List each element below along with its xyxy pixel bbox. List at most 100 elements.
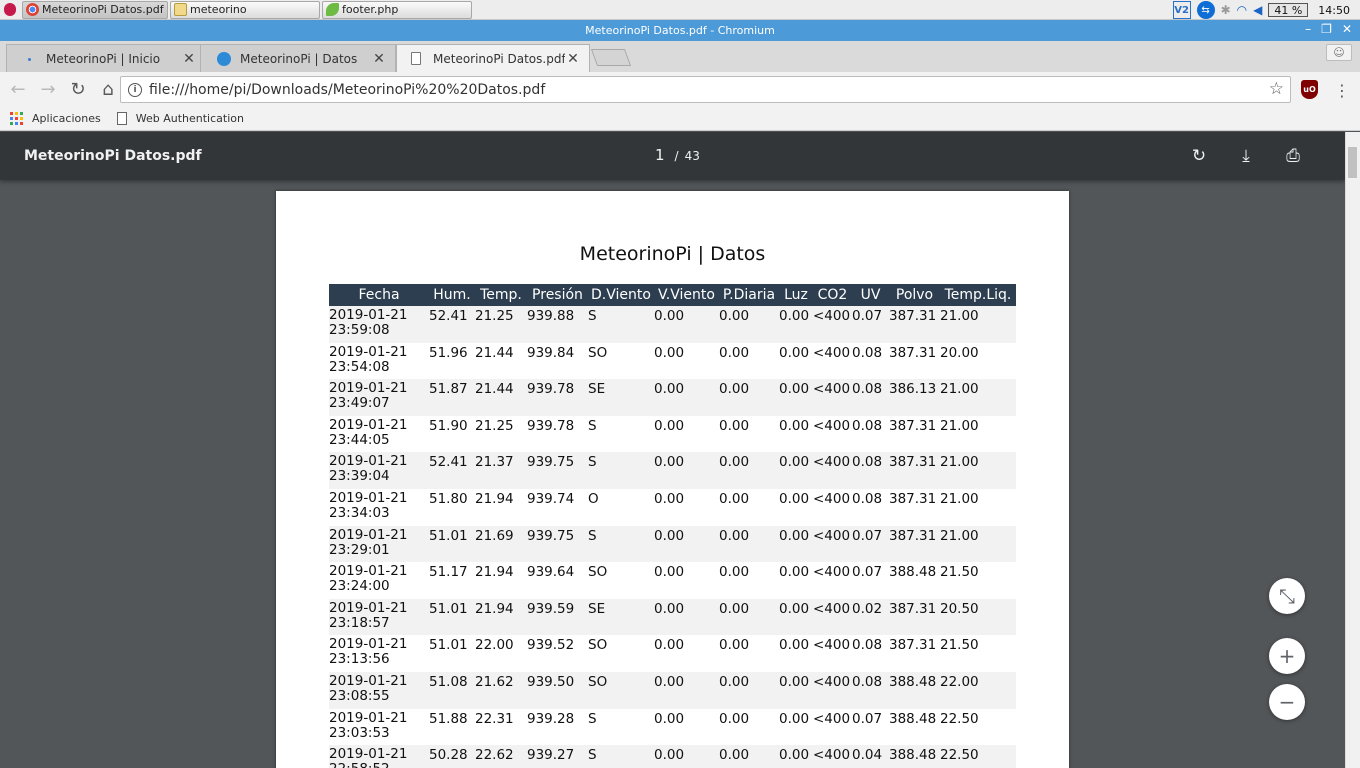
table-cell: 21.00 [940, 379, 1016, 416]
table-cell: 388.48 [889, 671, 940, 709]
table-body: 2019-01-21 23:59:08 52.41 21.25 939.88 S 0.00… [329, 306, 1016, 768]
table-cell: 20.00 [940, 344, 979, 361]
info-icon[interactable]: i [128, 82, 142, 97]
column-header: D.Viento [588, 284, 654, 306]
home-icon[interactable]: ⌂ [94, 76, 122, 104]
tab-inicio[interactable]: MeteorinoPi | Inicio ✕ [6, 44, 206, 72]
download-icon[interactable]: ⤓ [1234, 144, 1258, 168]
table-cell: 0.00 [779, 344, 810, 361]
table-cell: S [588, 306, 654, 343]
pdf-filename: MeteorinoPi Datos.pdf [24, 148, 202, 164]
table-cell: 2019-01-21 23:29:01 [329, 525, 429, 563]
vnc-icon[interactable]: V2 [1172, 1, 1191, 19]
table-cell: 939.64 [527, 564, 575, 581]
bookmark-apps[interactable]: Aplicaciones [10, 112, 101, 125]
reload-icon[interactable]: ↻ [64, 76, 92, 104]
pdf-page: MeteorinoPi | Datos Fecha Hum. Temp. Presió… [276, 191, 1069, 768]
profile-icon[interactable]: ☺ [1326, 44, 1352, 61]
tab-pdf[interactable]: MeteorinoPi Datos.pdf ✕ [396, 44, 590, 72]
forward-arrow-icon[interactable]: → [34, 76, 62, 104]
menu-dots-icon[interactable]: ⋮ [1334, 79, 1350, 101]
print-icon[interactable]: ⎙ [1281, 144, 1305, 168]
table-cell: 0.00 [654, 745, 719, 768]
address-bar-url[interactable]: file:///home/pi/Downloads/MeteorinoPi%20… [149, 82, 545, 98]
table-cell: <400 [813, 598, 852, 636]
column-header: CO2 [813, 284, 852, 306]
ublock-icon[interactable]: uO [1301, 80, 1318, 99]
minimize-icon[interactable]: – [1305, 22, 1311, 36]
table-cell: S [588, 525, 654, 563]
back-arrow-icon[interactable]: ← [4, 76, 32, 104]
rotate-icon[interactable]: ↻ [1187, 144, 1211, 168]
tab-datos[interactable]: MeteorinoPi | Datos ✕ [200, 44, 396, 72]
tab-close-icon[interactable]: ✕ [371, 51, 387, 67]
table-cell: 0.08 [852, 417, 883, 434]
table-cell: 939.50 [527, 671, 588, 709]
taskbar-item-chromium[interactable]: MeteorinoPi Datos.pdf - ... [22, 0, 168, 19]
volume-icon[interactable]: ◀ [1253, 3, 1262, 17]
page-number-input[interactable]: 1 [655, 146, 665, 164]
table-row: 2019-01-21 23:39:04 52.41 21.37 939.75 S 0.00… [329, 452, 1016, 489]
bookmark-label: Aplicaciones [32, 112, 101, 125]
zoom-in-icon[interactable]: + [1269, 638, 1305, 674]
table-row: 2019-01-21 23:49:07 51.87 21.44 939.78 SE 0.0… [329, 379, 1016, 416]
taskbar-item-editor[interactable]: footer.php [322, 0, 472, 19]
fit-to-page-icon[interactable]: ⤡ [1269, 578, 1305, 614]
table-cell: 0.00 [779, 490, 810, 507]
document-title: MeteorinoPi | Datos [579, 243, 766, 265]
table-cell: 2019-01-21 23:49:07 [329, 379, 429, 416]
table-cell: 52.41 [429, 306, 475, 343]
bookmark-web-authentication[interactable]: Web Authentication [116, 112, 244, 125]
bookmark-star-icon[interactable]: ☆ [1269, 79, 1284, 99]
scrollbar[interactable] [1345, 132, 1360, 768]
address-bar[interactable]: i file:///home/pi/Downloads/MeteorinoPi%… [120, 76, 1291, 103]
table-cell: 21.62 [475, 671, 527, 709]
table-cell: 2019-01-21 23:54:08 [329, 343, 408, 375]
table-cell: 0.00 [779, 564, 810, 581]
column-header: Luz [779, 284, 813, 306]
table-cell: 2019-01-21 23:03:53 [329, 709, 408, 741]
table-cell: SO [588, 671, 654, 709]
tab-close-icon[interactable]: ✕ [565, 51, 581, 67]
bluetooth-icon[interactable]: ✱ [1221, 3, 1231, 17]
tab-close-icon[interactable]: ✕ [181, 51, 197, 67]
table-cell: 0.07 [852, 525, 889, 563]
table-cell: 939.75 [527, 525, 588, 563]
table-header-row: Fecha Hum. Temp. Presión D.Viento V.Viento P.D… [329, 284, 1016, 306]
window-title: MeteorinoPi Datos.pdf - Chromium [585, 24, 775, 37]
taskbar-item-file-manager[interactable]: meteorino [170, 0, 320, 19]
teamviewer-icon[interactable]: ⇆ [1196, 1, 1215, 19]
column-header: Hum. [429, 284, 475, 306]
table-cell: 0.08 [852, 379, 889, 416]
new-tab-button[interactable] [590, 49, 632, 66]
table-cell: 0.00 [654, 525, 719, 563]
table-cell: 21.50 [940, 564, 979, 581]
maximize-icon[interactable]: ❐ [1321, 22, 1332, 36]
scrollbar-thumb[interactable] [1348, 147, 1357, 178]
table-cell: 0.00 [779, 417, 810, 434]
table-cell: 22.00 [475, 637, 514, 654]
table-cell: 51.90 [429, 417, 468, 434]
wifi-icon[interactable]: ◠ [1237, 3, 1247, 17]
zoom-out-icon[interactable]: − [1269, 684, 1305, 720]
table-cell: SE [588, 598, 654, 636]
table-cell: 0.00 [719, 598, 779, 636]
table-cell: <400 [813, 344, 851, 361]
table-cell: 0.00 [779, 379, 813, 416]
battery-indicator[interactable]: 41 % [1268, 3, 1309, 17]
table-cell: 51.01 [429, 637, 468, 654]
bookmark-label: Web Authentication [135, 112, 244, 125]
table-cell: 21.00 [940, 306, 1016, 343]
table-cell: 387.31 [889, 452, 940, 489]
table-cell: 939.88 [527, 306, 588, 343]
clock[interactable]: 14:50 [1318, 4, 1350, 17]
table-cell: 387.31 [889, 306, 940, 343]
taskbar-item-label: MeteorinoPi Datos.pdf - ... [42, 3, 167, 16]
raspberry-menu-icon[interactable] [0, 0, 20, 20]
tab-label: MeteorinoPi | Datos [240, 51, 358, 66]
table-cell: 0.00 [654, 598, 719, 636]
close-icon[interactable]: ✕ [1342, 22, 1352, 36]
table-cell: <400 [813, 564, 851, 581]
table-cell: 0.00 [779, 637, 810, 654]
table-cell: 939.74 [527, 490, 575, 507]
